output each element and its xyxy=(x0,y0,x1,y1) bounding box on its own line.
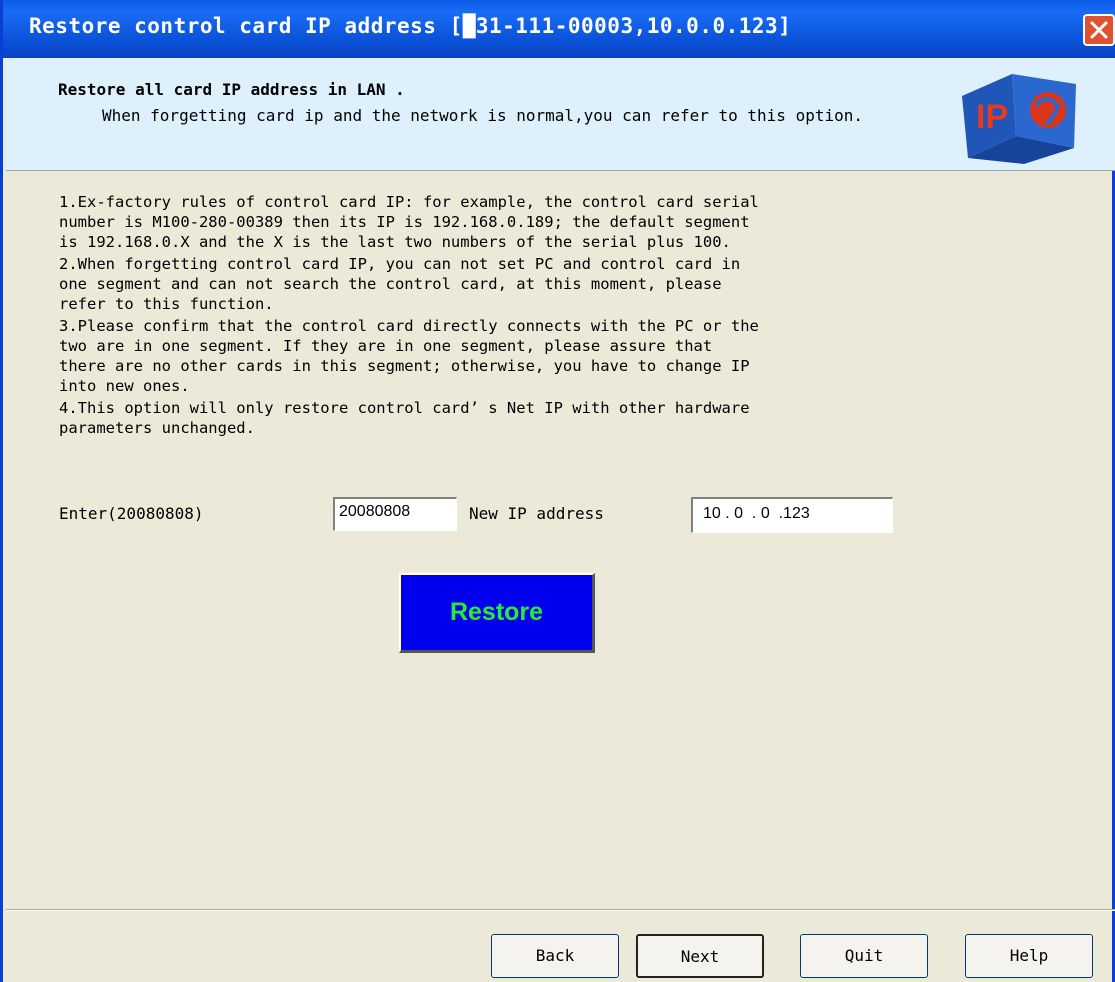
close-button[interactable] xyxy=(1083,14,1115,46)
enter-code-input[interactable]: 20080808 xyxy=(333,497,457,531)
header-title: Restore all card IP address in LAN . xyxy=(58,80,405,99)
help-button[interactable]: Help xyxy=(965,934,1093,978)
instructions: 1.Ex-factory rules of control card IP: f… xyxy=(59,192,979,440)
quit-button[interactable]: Quit xyxy=(800,934,928,978)
ip-cube-logo-icon: IP xyxy=(962,74,1076,164)
instruction-2: 2.When forgetting control card IP, you c… xyxy=(59,255,741,313)
new-ip-label: New IP address xyxy=(469,504,604,523)
header-subtitle: When forgetting card ip and the network … xyxy=(102,106,863,125)
restore-button[interactable]: Restore xyxy=(399,573,595,653)
instruction-1: 1.Ex-factory rules of control card IP: f… xyxy=(59,193,759,251)
window-title: Restore control card IP address [█31-111… xyxy=(29,14,792,38)
back-button[interactable]: Back xyxy=(491,934,619,978)
header-banner: Restore all card IP address in LAN . Whe… xyxy=(6,58,1115,171)
enter-code-label: Enter(20080808) xyxy=(59,504,204,523)
dialog-window: Restore control card IP address [█31-111… xyxy=(0,0,1115,982)
svg-text:IP: IP xyxy=(976,98,1008,136)
next-button[interactable]: Next xyxy=(636,934,764,978)
instruction-3: 3.Please confirm that the control card d… xyxy=(59,317,759,395)
new-ip-input[interactable]: 10 . 0 . 0 .123 xyxy=(691,497,893,533)
title-bar[interactable]: Restore control card IP address [█31-111… xyxy=(3,0,1115,58)
close-icon xyxy=(1090,21,1108,39)
instruction-4: 4.This option will only restore control … xyxy=(59,399,750,437)
footer-divider xyxy=(6,909,1115,911)
